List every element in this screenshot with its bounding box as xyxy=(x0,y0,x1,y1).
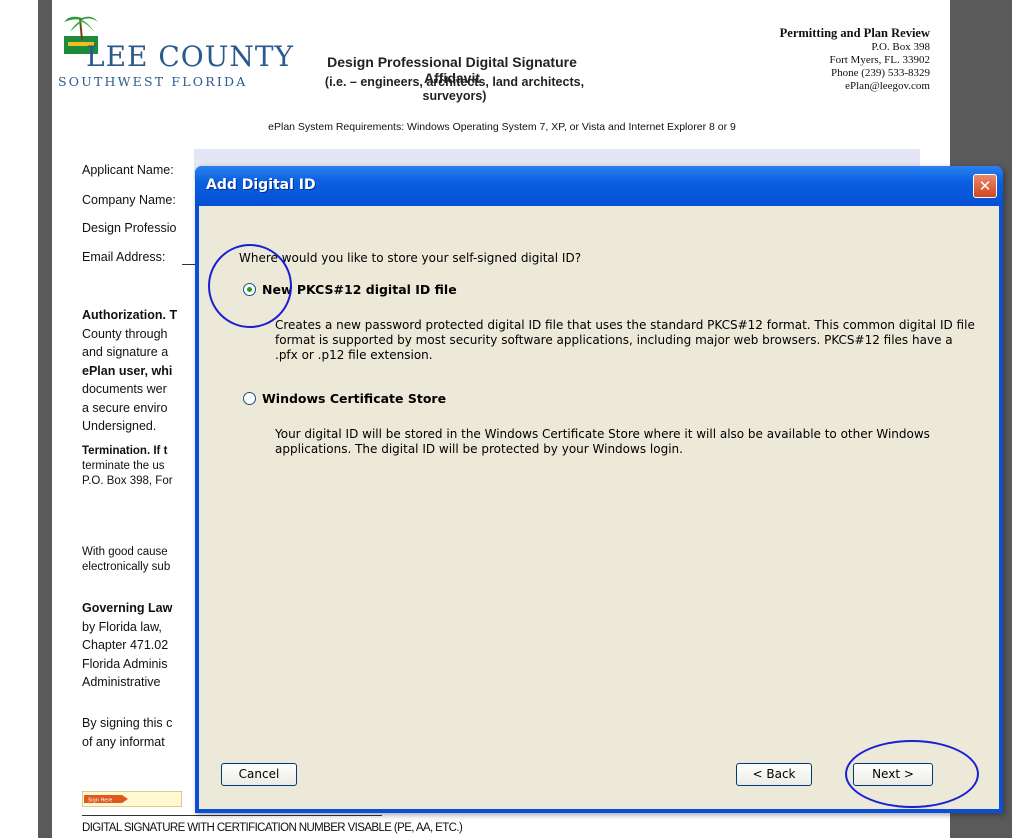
logo-subtitle: SOUTHWEST FLORIDA xyxy=(58,74,248,89)
text-line: documents wer xyxy=(82,382,167,396)
text-line: and signature a xyxy=(82,345,169,359)
termination-paragraph: Termination. If t terminate the us P.O. … xyxy=(82,444,212,489)
viewer-left-bar xyxy=(38,0,52,838)
option-windows-store-label: Windows Certificate Store xyxy=(262,391,447,406)
sign-here-text: Sign Here xyxy=(88,798,112,804)
lee-county-logo: LEE COUNTY SOUTHWEST FLORIDA xyxy=(58,12,318,92)
system-requirements: ePlan System Requirements: Windows Opera… xyxy=(268,121,736,133)
option-pkcs12-label: New PKCS#12 digital ID file xyxy=(262,282,457,297)
text-line: ePlan user, whi xyxy=(82,363,173,378)
document-subtitle: (i.e. – engineers, architects, land arch… xyxy=(324,75,585,103)
text-line: With good cause xyxy=(82,546,168,558)
text-line: electronically sub xyxy=(82,561,171,573)
text-line: Chapter 471.02 xyxy=(82,638,169,652)
email-address-label: Email Address: xyxy=(82,250,166,264)
office-line: ePlan@leegov.com xyxy=(845,80,930,92)
option-pkcs12-description: Creates a new password protected digital… xyxy=(275,318,975,362)
signing-paragraph: By signing this c of any informat xyxy=(82,714,212,751)
design-professional-label: Design Professio xyxy=(82,221,177,235)
radio-windows-store[interactable] xyxy=(243,392,256,405)
next-button[interactable]: Next > xyxy=(853,763,933,786)
left-margin xyxy=(0,0,38,838)
text-line: Undersigned. xyxy=(82,419,157,433)
text-line: Florida Adminis xyxy=(82,656,168,671)
signature-line xyxy=(82,815,382,816)
text-line: by Florida law, xyxy=(82,619,162,634)
dialog-titlebar[interactable]: Add Digital ID ✕ xyxy=(195,166,1003,206)
dialog-body: Where would you like to store your self-… xyxy=(199,206,999,809)
signature-caption: DIGITAL SIGNATURE WITH CERTIFICATION NUM… xyxy=(82,822,463,834)
dialog-title: Add Digital ID xyxy=(206,177,316,193)
close-button[interactable]: ✕ xyxy=(973,174,997,198)
governing-law-paragraph: Governing Law by Florida law, Chapter 47… xyxy=(82,599,212,692)
text-line: a secure enviro xyxy=(82,400,168,415)
text-line: County through xyxy=(82,326,168,341)
sign-here-flag-icon[interactable]: Sign Here xyxy=(82,791,182,807)
text-line: Authorization. T xyxy=(82,308,178,322)
cancel-button[interactable]: Cancel xyxy=(221,763,297,786)
back-button[interactable]: < Back xyxy=(736,763,812,786)
company-name-label: Company Name: xyxy=(82,193,176,207)
option-pkcs12[interactable]: New PKCS#12 digital ID file xyxy=(243,282,457,297)
text-line: Administrative xyxy=(82,675,161,689)
option-windows-store-description: Your digital ID will be stored in the Wi… xyxy=(275,427,930,456)
text-line: By signing this c xyxy=(82,716,173,730)
text-line: Termination. If t xyxy=(82,445,168,457)
authorization-paragraph: Authorization. T County through and sign… xyxy=(82,306,212,436)
text-line: Governing Law xyxy=(82,601,173,615)
good-cause-paragraph: With good cause electronically sub xyxy=(82,545,212,575)
office-line: Fort Myers, FL. 33902 xyxy=(829,54,930,66)
text-line: of any informat xyxy=(82,734,165,749)
office-title: Permitting and Plan Review xyxy=(779,26,930,40)
logo-title: LEE COUNTY xyxy=(86,40,295,73)
option-windows-store[interactable]: Windows Certificate Store xyxy=(243,391,446,406)
applicant-name-label: Applicant Name: xyxy=(82,163,174,177)
add-digital-id-dialog: Add Digital ID ✕ Where would you like to… xyxy=(195,166,1003,813)
text-line: terminate the us xyxy=(82,460,165,472)
radio-pkcs12[interactable] xyxy=(243,283,256,296)
office-line: Phone (239) 533-8329 xyxy=(831,67,930,79)
text-line: P.O. Box 398, For xyxy=(82,475,173,487)
storage-question: Where would you like to store your self-… xyxy=(239,251,582,265)
office-address-block: Permitting and Plan Review P.O. Box 398 … xyxy=(780,26,930,93)
office-line: P.O. Box 398 xyxy=(871,41,930,53)
